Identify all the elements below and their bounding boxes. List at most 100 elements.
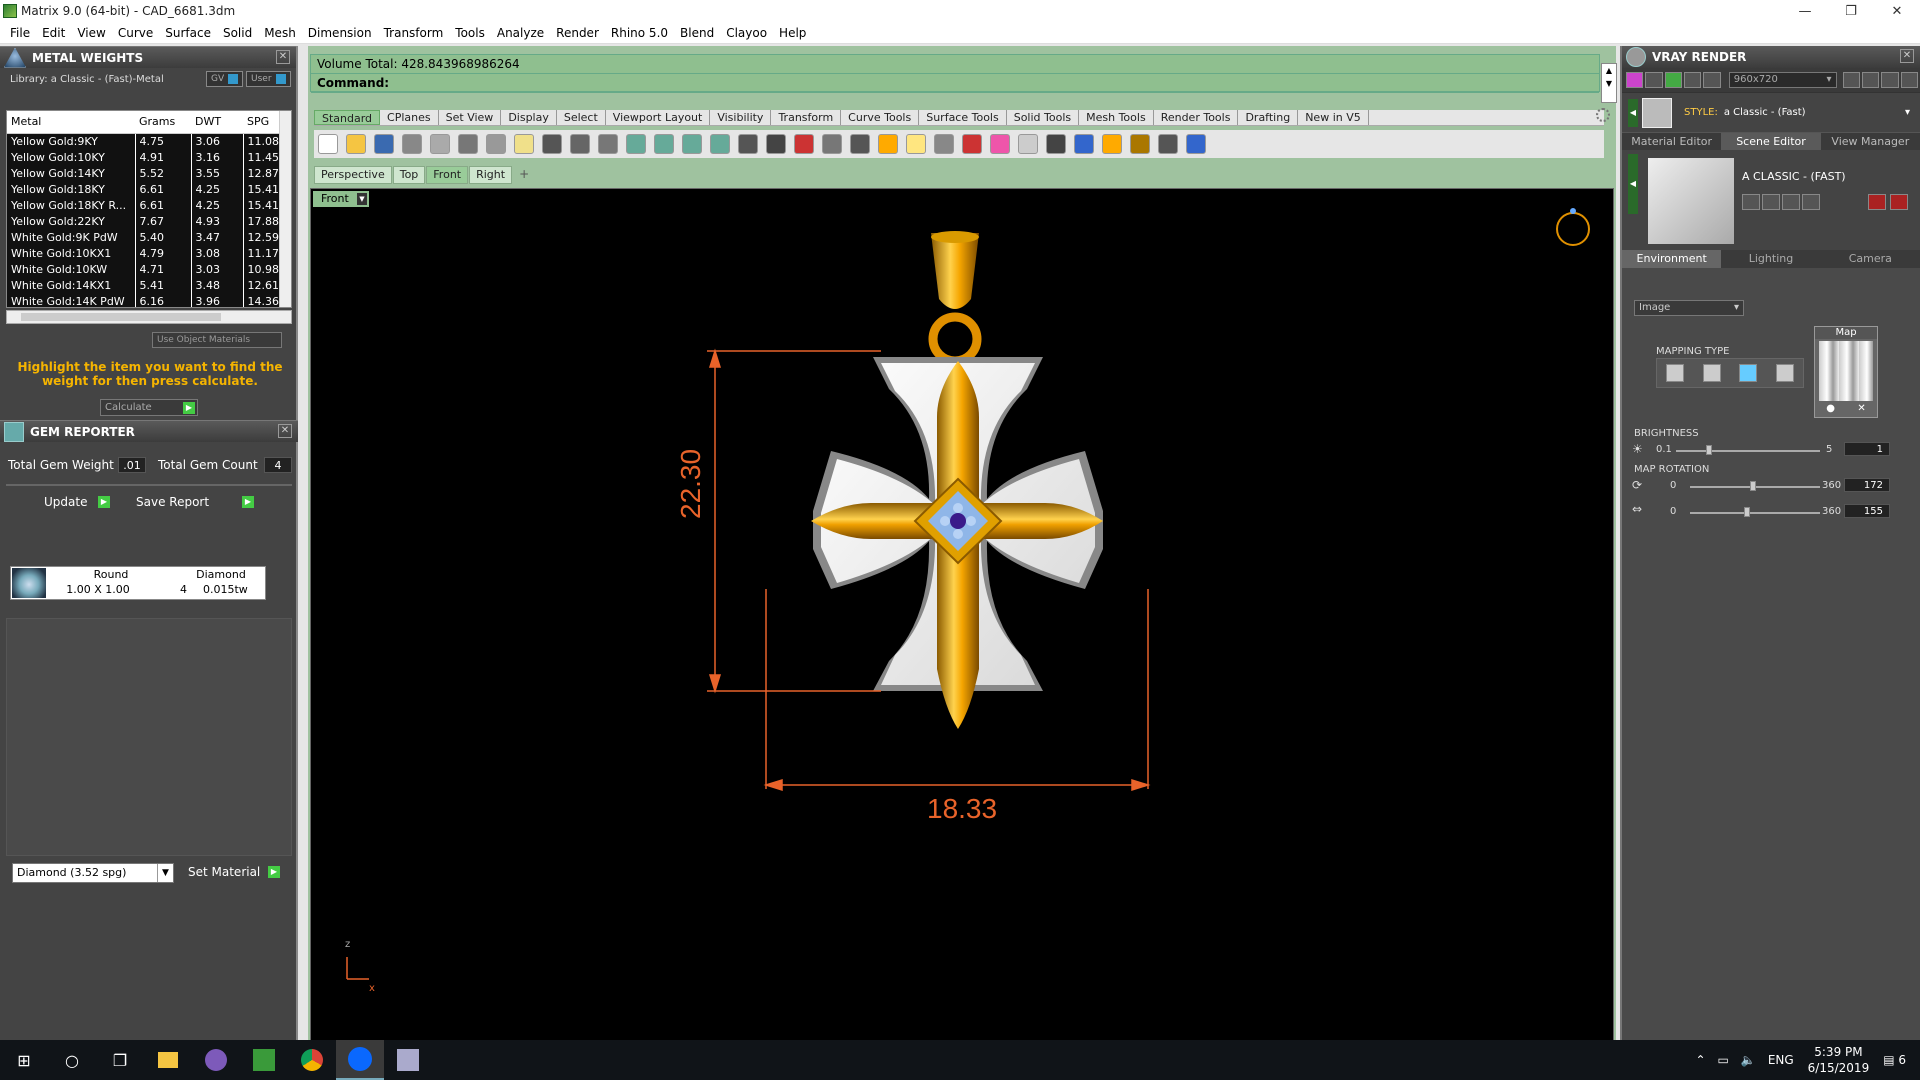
tab-view-manager[interactable]: View Manager — [1821, 133, 1920, 150]
tab-select[interactable]: Select — [557, 110, 606, 125]
viewport-tab-front[interactable]: Front — [426, 166, 469, 184]
map-remove-icon[interactable]: ✕ — [1857, 403, 1865, 414]
color-icon[interactable] — [990, 134, 1010, 154]
rotation-value-2[interactable]: 155 — [1844, 504, 1890, 518]
tab-curve-tools[interactable]: Curve Tools — [841, 110, 920, 125]
front-viewport[interactable]: Front ▼ 22.30 18.33 z x — [310, 188, 1614, 1048]
user-button[interactable]: User — [246, 71, 291, 87]
brightness-value[interactable]: 1 — [1844, 442, 1890, 456]
undo-icon[interactable] — [542, 134, 562, 154]
cut-icon[interactable] — [458, 134, 478, 154]
tab-transform[interactable]: Transform — [771, 110, 842, 125]
gear-icon[interactable] — [1596, 108, 1610, 122]
paint-icon[interactable] — [384, 1040, 432, 1080]
menu-edit[interactable]: Edit — [36, 22, 71, 44]
tab-solid-tools[interactable]: Solid Tools — [1007, 110, 1080, 125]
render-icon[interactable] — [1046, 134, 1066, 154]
render-color-icon[interactable] — [1626, 72, 1644, 88]
tab-environment[interactable]: Environment — [1622, 250, 1722, 268]
tab-visibility[interactable]: Visibility — [710, 110, 772, 125]
calculate-button[interactable]: Calculate ▶ — [100, 399, 198, 416]
zoom-extents-icon[interactable] — [682, 134, 702, 154]
search-icon[interactable]: ○ — [48, 1040, 96, 1080]
windows-start-icon[interactable]: ⊞ — [0, 1040, 48, 1080]
zoom-window-icon[interactable] — [654, 134, 674, 154]
render-region-icon[interactable] — [1664, 72, 1683, 88]
menu-curve[interactable]: Curve — [112, 22, 159, 44]
cylindrical-map-icon[interactable] — [1775, 364, 1794, 382]
column-header[interactable]: Grams — [135, 111, 191, 134]
open-icon[interactable] — [346, 134, 366, 154]
column-header[interactable]: DWT — [191, 111, 243, 134]
table-scrollbar[interactable] — [279, 111, 291, 307]
delete-icon[interactable] — [1868, 194, 1886, 210]
update-button[interactable]: Update ▶ — [38, 494, 112, 511]
help-icon[interactable] — [1186, 134, 1206, 154]
tab-render-tools[interactable]: Render Tools — [1154, 110, 1239, 125]
tab-scene-editor[interactable]: Scene Editor — [1721, 133, 1821, 150]
camera-icon[interactable] — [1703, 72, 1721, 88]
rotation-value-1[interactable]: 172 — [1844, 478, 1890, 492]
gem-slider[interactable] — [6, 484, 292, 486]
volume-icon[interactable]: 🔈 — [1735, 1053, 1762, 1067]
brightness-thumb[interactable] — [1706, 445, 1712, 455]
snap-icon[interactable] — [1158, 134, 1178, 154]
import-icon[interactable] — [430, 134, 450, 154]
rotation-thumb-1[interactable] — [1750, 481, 1756, 491]
menu-blend[interactable]: Blend — [674, 22, 720, 44]
paste-icon[interactable] — [514, 134, 534, 154]
points-icon[interactable] — [878, 134, 898, 154]
tab-mesh-tools[interactable]: Mesh Tools — [1079, 110, 1154, 125]
move-icon[interactable] — [598, 134, 618, 154]
orbit-icon[interactable] — [850, 134, 870, 154]
table-hscrollbar[interactable] — [6, 310, 292, 324]
shade-icon[interactable] — [1018, 134, 1038, 154]
maximize-button[interactable]: ❐ — [1828, 0, 1874, 22]
command-scrollbar[interactable]: ▲ ▼ — [1601, 63, 1617, 103]
rotate-view-icon[interactable] — [738, 134, 758, 154]
menu-rhino[interactable]: Rhino 5.0 — [605, 22, 674, 44]
planar-map-icon[interactable] — [1666, 364, 1685, 382]
render-mode-icon[interactable] — [1684, 72, 1702, 88]
tab-standard[interactable]: Standard — [314, 110, 381, 125]
viber-icon[interactable] — [192, 1040, 240, 1080]
file-explorer-icon[interactable] — [144, 1040, 192, 1080]
minimize-button[interactable]: — — [1782, 0, 1828, 22]
rewind-icon[interactable] — [1842, 72, 1860, 88]
chevron-down-icon[interactable]: ▾ — [1905, 107, 1910, 118]
menu-help[interactable]: Help — [773, 22, 812, 44]
table-row[interactable]: Yellow Gold:14KY 5.52 3.55 12.87 — [7, 165, 290, 181]
zoom-selected-icon[interactable] — [710, 134, 730, 154]
menu-analyze[interactable]: Analyze — [491, 22, 550, 44]
clock[interactable]: 5:39 PM 6/15/2019 — [1800, 1044, 1878, 1076]
tab-viewport-layout[interactable]: Viewport Layout — [606, 110, 711, 125]
set-material-button[interactable]: Set Material ▶ — [182, 864, 282, 881]
reset-icon[interactable] — [1890, 194, 1908, 210]
spherical-map-icon[interactable] — [1739, 364, 1758, 382]
scene-save-icon[interactable] — [1742, 194, 1760, 210]
table-row[interactable]: White Gold:14KX1 5.41 3.48 12.61 — [7, 277, 290, 293]
network-icon[interactable]: ▭ — [1712, 1053, 1735, 1067]
menu-tools[interactable]: Tools — [449, 22, 491, 44]
menu-surface[interactable]: Surface — [159, 22, 217, 44]
render-icon[interactable] — [1645, 72, 1663, 88]
table-row[interactable]: Yellow Gold:22KY 7.67 4.93 17.88 — [7, 213, 290, 229]
close-icon[interactable]: ✕ — [278, 424, 292, 438]
table-row[interactable]: Yellow Gold:18KY R... 6.61 4.25 15.41 — [7, 197, 290, 213]
tab-drafting[interactable]: Drafting — [1238, 110, 1299, 125]
tab-camera[interactable]: Camera — [1821, 250, 1920, 268]
tab-new-in-v5[interactable]: New in V5 — [1298, 110, 1369, 125]
environment-type-select[interactable]: Image ▾ — [1634, 300, 1744, 316]
viewport-tab-perspective[interactable]: Perspective — [314, 166, 392, 184]
tab-display[interactable]: Display — [501, 110, 557, 125]
menu-mesh[interactable]: Mesh — [258, 22, 302, 44]
menu-view[interactable]: View — [71, 22, 111, 44]
table-row[interactable]: Yellow Gold:9KY 4.75 3.06 11.08 — [7, 133, 290, 149]
car-icon[interactable] — [794, 134, 814, 154]
filter-icon[interactable] — [1102, 134, 1122, 154]
table-row[interactable]: Yellow Gold:18KY 6.61 4.25 15.41 — [7, 181, 290, 197]
table-row[interactable]: Yellow Gold:10KY 4.91 3.16 11.45 — [7, 149, 290, 165]
collapse-icon[interactable]: ◀ — [1628, 154, 1638, 214]
menu-solid[interactable]: Solid — [217, 22, 258, 44]
collapse-icon[interactable]: ◀ — [1628, 99, 1638, 127]
